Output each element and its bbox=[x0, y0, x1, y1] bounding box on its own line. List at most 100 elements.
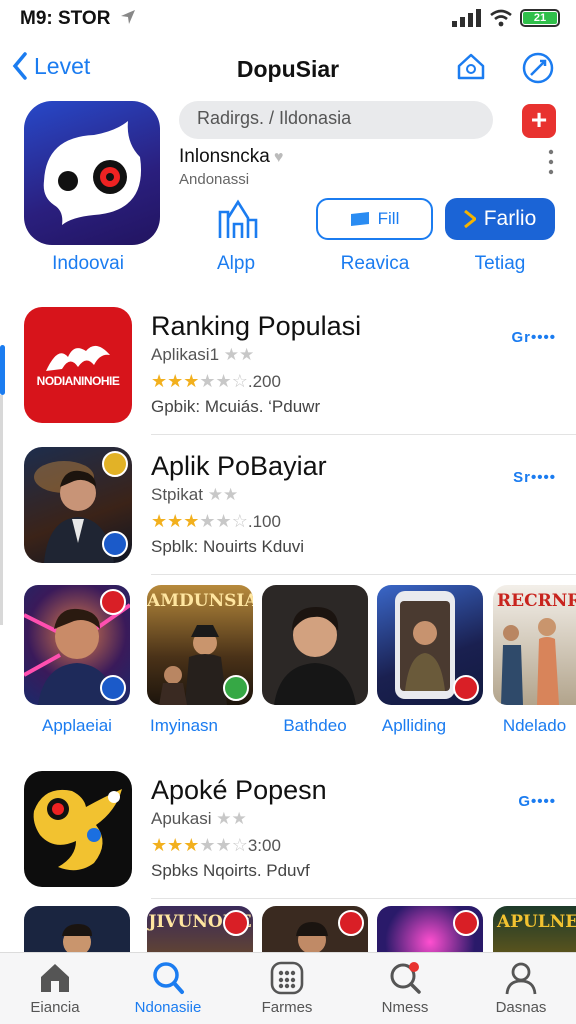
bird-logo-icon bbox=[33, 789, 122, 871]
divider bbox=[151, 574, 576, 575]
app-category: Apukasi ★★ bbox=[151, 809, 247, 829]
get-button[interactable]: Gr•••• bbox=[511, 329, 556, 346]
app-category-text: Stpikat bbox=[151, 485, 203, 504]
review-label[interactable]: Reavica bbox=[324, 253, 426, 275]
portrait-image bbox=[274, 607, 356, 705]
more-options-icon[interactable] bbox=[546, 148, 556, 176]
badge-icon bbox=[102, 451, 128, 477]
fill-button[interactable]: Fill bbox=[316, 198, 433, 240]
status-bar: M9: STOR 21 bbox=[0, 0, 576, 40]
badge-icon bbox=[223, 675, 249, 701]
wifi-icon bbox=[490, 9, 512, 27]
primary-action-label: Farlio bbox=[483, 207, 537, 230]
tab-profile[interactable]: Dasnas bbox=[466, 961, 576, 1016]
app-description: Spbks Nqoirts. Pduvf bbox=[151, 861, 310, 880]
tab-games[interactable]: Farmes bbox=[232, 961, 342, 1016]
tab-label: Ndonasiie bbox=[134, 999, 202, 1016]
badge-icon bbox=[453, 675, 479, 701]
tile-label[interactable]: Bathdeo bbox=[262, 716, 368, 736]
m-logo-icon bbox=[46, 345, 110, 371]
page-title: DopuSiar bbox=[236, 56, 340, 82]
app-title: Aplik PoBayiar bbox=[151, 451, 327, 481]
tab-bar: Eiancia Ndonasiie Farmes Nmess Dasnas bbox=[0, 952, 576, 1024]
app-subtitle: Andonassi bbox=[179, 171, 250, 188]
tile-label[interactable]: Applaeiai bbox=[24, 716, 130, 736]
battery-icon: 21 bbox=[520, 9, 560, 27]
location-arrow-icon bbox=[121, 10, 135, 24]
star-empty-icon: ★★☆ bbox=[199, 835, 248, 855]
app-description: Gpbik: Mcuiás. ‘Pduwr bbox=[151, 397, 321, 416]
badge-icon bbox=[102, 531, 128, 557]
tile-banner: APULNEA bbox=[497, 912, 576, 932]
app-tile[interactable] bbox=[377, 585, 483, 705]
tab-messages[interactable]: Nmess bbox=[350, 961, 460, 1016]
tile-label[interactable]: Imyinasn bbox=[131, 716, 237, 736]
list-item[interactable]: Aplik PoBayiar Stpikat ★★ ★★★ ★★☆ .100 Sp… bbox=[24, 447, 576, 575]
app-category: Aplikasi1 ★★ bbox=[151, 345, 254, 365]
app-category-text: Aplikasi1 bbox=[151, 345, 220, 364]
app-tile[interactable]: RECRNR bbox=[493, 585, 576, 705]
tab-label: Eiancia bbox=[30, 999, 80, 1016]
star-rating: ★★★ ★★☆ .200 bbox=[151, 371, 281, 392]
star-filled-icon: ★★★ bbox=[151, 511, 200, 531]
compass-icon[interactable] bbox=[520, 50, 556, 86]
badge-icon bbox=[100, 589, 126, 615]
tab-search[interactable]: Ndonasiie bbox=[113, 961, 223, 1016]
cellular-signal-icon bbox=[452, 9, 481, 27]
status-time: M9: STOR bbox=[20, 8, 111, 29]
list-item[interactable]: NODIANINOHIE Ranking Populasi Aplikasi1 … bbox=[24, 307, 576, 435]
app-grid-icon[interactable] bbox=[216, 198, 258, 240]
list-item[interactable]: Apoké Popesn Apukasi ★★ ★★★ ★★☆ 3:00 Spbk… bbox=[24, 771, 576, 899]
search-icon bbox=[153, 962, 184, 994]
tile-label[interactable]: Ndelado bbox=[493, 716, 576, 736]
heart-icon[interactable]: ♥ bbox=[274, 149, 284, 166]
featured-app-label[interactable]: Indoovai bbox=[24, 253, 152, 275]
ghost-logo-icon bbox=[43, 121, 142, 225]
badge-icon bbox=[453, 910, 479, 936]
app-tile[interactable]: AMDUNSIA bbox=[147, 585, 253, 705]
tab-home[interactable]: Eiancia bbox=[0, 961, 110, 1016]
tile-banner: AMDUNSIA bbox=[147, 591, 253, 611]
mini-stars-icon: ★★ bbox=[207, 485, 239, 504]
person-icon bbox=[505, 962, 537, 995]
tab-label: Farmes bbox=[261, 999, 313, 1016]
badge-icon bbox=[223, 910, 249, 936]
app-label[interactable]: Alpp bbox=[200, 253, 272, 275]
battery-level: 21 bbox=[523, 12, 557, 24]
app-tile[interactable] bbox=[24, 585, 130, 705]
app-title: Apoké Popesn bbox=[151, 775, 327, 805]
app-description: Spblk: Nouirts Kduvi bbox=[151, 537, 305, 556]
app-name: Inlonsncka ♥ bbox=[179, 146, 283, 168]
badge-icon bbox=[100, 675, 126, 701]
play-arrow-icon bbox=[463, 210, 476, 228]
fill-button-label: Fill bbox=[377, 209, 400, 228]
rating-count: 3:00 bbox=[247, 835, 281, 855]
star-filled-icon: ★★★ bbox=[151, 371, 200, 391]
add-button[interactable]: + bbox=[522, 104, 556, 138]
rating-count: .200 bbox=[247, 371, 281, 391]
app-category-text: Apukasi bbox=[151, 809, 212, 828]
search-input[interactable]: Radirgs. / Ildonasia bbox=[179, 101, 493, 139]
tile-banner: RECRNR bbox=[497, 591, 576, 611]
app-name-text: Inlonsncka bbox=[179, 146, 270, 167]
app-icon bbox=[24, 771, 132, 887]
flag-icon bbox=[350, 212, 369, 226]
app-tile[interactable] bbox=[262, 585, 368, 705]
icon-wordmark: NODIANINOHIE bbox=[36, 374, 120, 388]
tile-label[interactable]: Aplliding bbox=[361, 716, 467, 736]
divider bbox=[151, 434, 576, 435]
bell-icon[interactable] bbox=[453, 50, 489, 86]
star-rating: ★★★ ★★☆ .100 bbox=[151, 511, 281, 532]
get-button[interactable]: Sr•••• bbox=[513, 469, 556, 486]
tab-label: Nmess bbox=[381, 999, 429, 1016]
primary-action-button[interactable]: Farlio bbox=[445, 198, 555, 240]
tab-label: Dasnas bbox=[495, 999, 547, 1016]
mini-stars-icon: ★★ bbox=[223, 345, 255, 364]
rating-label[interactable]: Tetiag bbox=[452, 253, 548, 275]
featured-app-icon[interactable] bbox=[24, 101, 160, 245]
app-icon: NODIANINOHIE bbox=[24, 307, 132, 423]
badge-icon bbox=[338, 910, 364, 936]
scroll-indicator[interactable] bbox=[0, 345, 5, 395]
grid-icon bbox=[270, 961, 304, 995]
get-button[interactable]: G•••• bbox=[518, 793, 556, 810]
